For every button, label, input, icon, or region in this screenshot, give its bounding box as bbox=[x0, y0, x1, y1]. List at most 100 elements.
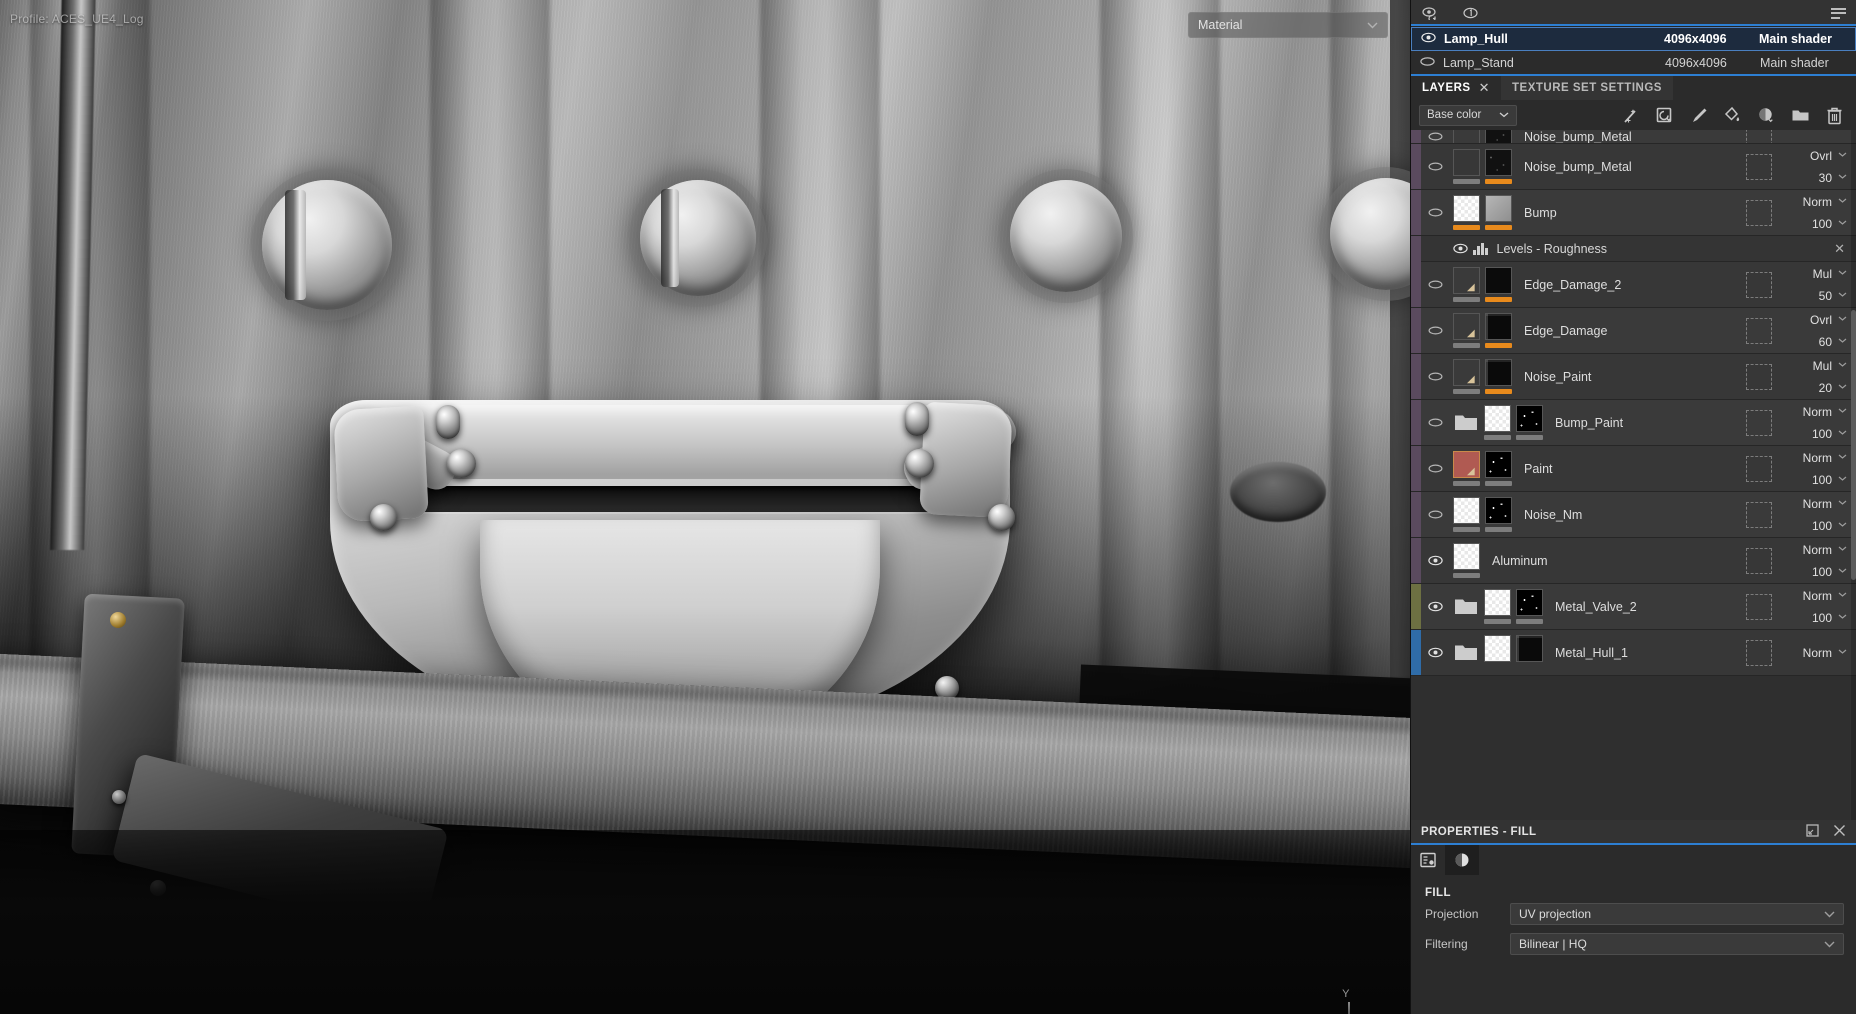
layer-visibility-toggle[interactable] bbox=[1421, 190, 1449, 235]
number-one-icon[interactable] bbox=[1461, 4, 1479, 22]
layer-opacity[interactable]: 20 bbox=[1819, 381, 1847, 395]
layer-mask-slot[interactable] bbox=[1736, 492, 1782, 537]
layer-row[interactable]: Bump_Paint Norm 100 bbox=[1411, 400, 1856, 446]
layer-thumbnail[interactable] bbox=[1516, 405, 1543, 432]
layer-thumbnail[interactable] bbox=[1485, 149, 1512, 176]
layer-thumbnail[interactable] bbox=[1453, 130, 1480, 143]
magic-wand-icon[interactable] bbox=[1621, 106, 1640, 125]
eye-refresh-icon[interactable] bbox=[1421, 4, 1439, 22]
visibility-eye-off-icon[interactable] bbox=[1420, 56, 1435, 70]
hamburger-menu-icon[interactable] bbox=[1831, 7, 1846, 19]
layer-thumbnail[interactable]: ◢ bbox=[1453, 451, 1480, 478]
layer-thumbnail[interactable] bbox=[1516, 589, 1543, 616]
material-mode-dropdown[interactable]: Material bbox=[1188, 12, 1388, 38]
layer-visibility-toggle[interactable] bbox=[1421, 630, 1449, 675]
layer-row[interactable]: Noise_bump_MetalOvrl30 bbox=[1411, 130, 1856, 144]
layer-blend-mode[interactable]: Norm bbox=[1803, 497, 1847, 511]
layer-thumbnail[interactable] bbox=[1485, 195, 1512, 222]
layer-blend-mode[interactable]: Ovrl bbox=[1810, 149, 1847, 163]
layer-blend-mode[interactable]: Ovrl bbox=[1810, 313, 1847, 327]
layer-thumbnail[interactable] bbox=[1485, 497, 1512, 524]
layer-thumbnail[interactable] bbox=[1453, 543, 1480, 570]
layer-mask-slot[interactable] bbox=[1736, 446, 1782, 491]
layer-row[interactable]: Noise_bump_MetalOvrl30 bbox=[1411, 144, 1856, 190]
layer-blend-mode[interactable]: Norm bbox=[1803, 405, 1847, 419]
projection-dropdown[interactable]: UV projection bbox=[1510, 903, 1844, 925]
texture-set-row-lamp-hull[interactable]: Lamp_Hull 4096x4096 Main shader bbox=[1411, 27, 1856, 51]
layer-row[interactable]: ◢ Edge_Damage_2 Mul 50 bbox=[1411, 262, 1856, 308]
layer-thumbnail[interactable] bbox=[1485, 359, 1512, 386]
layer-blend-mode[interactable]: Norm bbox=[1803, 195, 1847, 209]
layer-effect-row[interactable]: Levels - Roughness ✕ bbox=[1411, 235, 1856, 262]
layer-opacity[interactable]: 100 bbox=[1812, 611, 1847, 625]
layer-mask-slot[interactable] bbox=[1736, 190, 1782, 235]
layer-opacity[interactable]: 100 bbox=[1812, 217, 1847, 231]
add-folder-icon[interactable] bbox=[1791, 106, 1810, 125]
layer-visibility-toggle[interactable] bbox=[1421, 144, 1449, 189]
layer-thumbnail[interactable]: ◢ bbox=[1453, 313, 1480, 340]
layer-opacity[interactable]: 100 bbox=[1812, 565, 1847, 579]
layer-blend-mode[interactable]: Norm bbox=[1803, 589, 1847, 603]
viewport-3d[interactable]: Profile: ACES_UE4_Log Material Y bbox=[0, 0, 1410, 1014]
layer-scrollbar-thumb[interactable] bbox=[1851, 310, 1856, 580]
layer-blend-mode[interactable]: Mul bbox=[1813, 267, 1847, 281]
layer-visibility-toggle[interactable] bbox=[1421, 492, 1449, 537]
properties-tab-settings[interactable] bbox=[1411, 845, 1445, 875]
layer-opacity[interactable]: 30 bbox=[1819, 171, 1847, 185]
texture-set-row-lamp-stand[interactable]: Lamp_Stand 4096x4096 Main shader bbox=[1411, 51, 1856, 74]
layer-thumbnail[interactable] bbox=[1485, 267, 1512, 294]
add-paint-layer-icon[interactable] bbox=[1689, 106, 1708, 125]
layer-visibility-toggle[interactable] bbox=[1421, 308, 1449, 353]
layer-mask-slot[interactable] bbox=[1736, 584, 1782, 629]
delete-icon[interactable] bbox=[1825, 106, 1844, 125]
close-icon[interactable]: ✕ bbox=[1479, 80, 1490, 96]
layer-thumbnail[interactable] bbox=[1516, 635, 1543, 662]
layer-mask-slot[interactable] bbox=[1736, 630, 1782, 675]
layer-row[interactable]: Aluminum Norm 100 bbox=[1411, 538, 1856, 584]
layer-opacity[interactable]: 100 bbox=[1812, 427, 1847, 441]
layer-visibility-toggle[interactable] bbox=[1421, 584, 1449, 629]
layer-opacity[interactable]: 50 bbox=[1819, 289, 1847, 303]
visibility-eye-icon[interactable] bbox=[1421, 32, 1436, 46]
layer-row[interactable]: Noise_Nm Norm 100 bbox=[1411, 492, 1856, 538]
layer-mask-slot[interactable] bbox=[1736, 130, 1782, 143]
properties-tab-material[interactable] bbox=[1445, 845, 1479, 875]
dock-icon[interactable] bbox=[1806, 823, 1819, 840]
layer-visibility-toggle[interactable] bbox=[1421, 538, 1449, 583]
layer-blend-mode[interactable]: Norm bbox=[1803, 543, 1847, 557]
effect-visibility-toggle[interactable] bbox=[1447, 243, 1473, 254]
layer-mask-slot[interactable] bbox=[1736, 308, 1782, 353]
add-fill-layer-icon[interactable] bbox=[1655, 106, 1674, 125]
layer-mask-slot[interactable] bbox=[1736, 354, 1782, 399]
layer-blend-mode[interactable]: Mul bbox=[1813, 359, 1847, 373]
layer-list[interactable]: Noise_bump_Metal Ovrl 30 Noise_bump_Metal Ov… bbox=[1411, 130, 1856, 820]
layer-visibility-toggle[interactable] bbox=[1421, 262, 1449, 307]
layer-thumbnail[interactable] bbox=[1485, 451, 1512, 478]
layer-thumbnail[interactable] bbox=[1484, 635, 1511, 662]
layer-mask-slot[interactable] bbox=[1736, 144, 1782, 189]
layer-row[interactable]: Metal_Hull_1 Norm bbox=[1411, 630, 1856, 676]
layer-thumbnail[interactable] bbox=[1484, 589, 1511, 616]
layer-thumbnail[interactable] bbox=[1484, 405, 1511, 432]
tab-layers[interactable]: LAYERS ✕ bbox=[1411, 76, 1501, 100]
layer-thumbnail[interactable] bbox=[1485, 313, 1512, 340]
layer-mask-slot[interactable] bbox=[1736, 400, 1782, 445]
layer-row[interactable]: ◢ Edge_Damage Ovrl 60 bbox=[1411, 308, 1856, 354]
layer-scrollbar-track[interactable] bbox=[1851, 130, 1856, 820]
layer-thumbnail[interactable] bbox=[1453, 195, 1480, 222]
layer-mask-slot[interactable] bbox=[1736, 538, 1782, 583]
layer-thumbnail[interactable]: ◢ bbox=[1453, 359, 1480, 386]
channel-selector-dropdown[interactable]: Base color bbox=[1419, 104, 1517, 126]
add-mask-icon[interactable] bbox=[1757, 106, 1776, 125]
layer-visibility-toggle[interactable] bbox=[1421, 400, 1449, 445]
layer-thumbnail[interactable]: ◢ bbox=[1453, 267, 1480, 294]
layer-row[interactable]: ◢ Paint Norm 100 bbox=[1411, 446, 1856, 492]
close-icon[interactable] bbox=[1833, 824, 1846, 840]
layer-row[interactable]: Metal_Valve_2 Norm 100 bbox=[1411, 584, 1856, 630]
tab-texture-set-settings[interactable]: TEXTURE SET SETTINGS bbox=[1501, 76, 1673, 100]
layer-mask-slot[interactable] bbox=[1736, 262, 1782, 307]
layer-blend-mode[interactable]: Norm bbox=[1803, 451, 1847, 465]
layer-row[interactable]: Bump Norm 100 bbox=[1411, 190, 1856, 236]
layer-thumbnail[interactable] bbox=[1453, 497, 1480, 524]
layer-blend-mode[interactable]: Ovrl bbox=[1810, 130, 1847, 133]
